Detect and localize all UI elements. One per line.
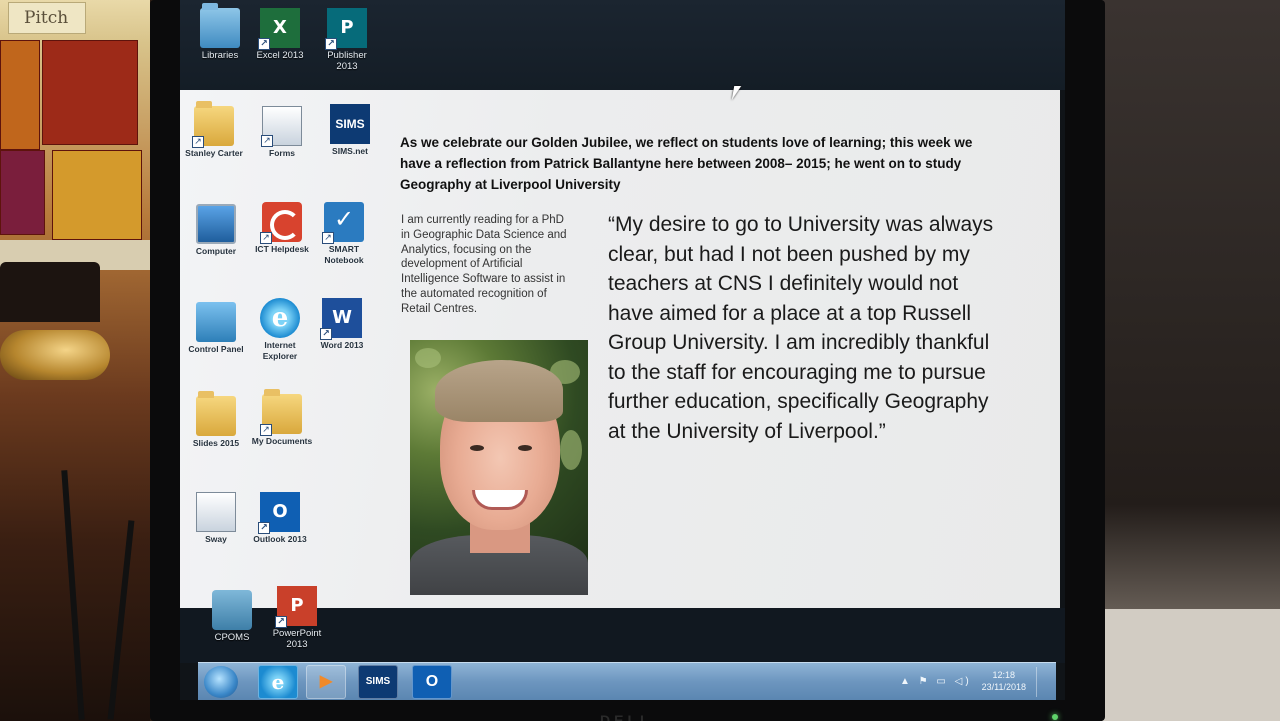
outlook-icon: O ↗ [258, 492, 300, 534]
notebook-icon: ↗ [322, 202, 364, 244]
desktop-icon-control-panel[interactable]: Control Panel [184, 302, 248, 355]
desktop-icon-label: SMART Notebook [324, 244, 364, 265]
music-room-background: Pitch [0, 0, 150, 721]
sims-icon: SIMS [365, 676, 391, 687]
chair-leg [107, 520, 135, 720]
control-panel-icon [196, 302, 236, 342]
student-photo [410, 340, 588, 595]
folder-icon [196, 391, 236, 436]
show-desktop-button[interactable] [1036, 667, 1050, 697]
tray-icons[interactable]: ▲ ⚑ ▭ ◁) [900, 676, 972, 687]
room-right-background [1102, 0, 1280, 721]
powerpoint-icon: P ↗ [275, 586, 317, 628]
desktop-icon-my-documents[interactable]: ↗ My Documents [250, 389, 314, 447]
wall-poster [52, 150, 142, 240]
slide-bio: I am currently reading for a PhD in Geog… [401, 214, 567, 315]
desktop-icon-label: Internet Explorer [262, 340, 298, 361]
slide-headline: As we celebrate our Golden Jubilee, we r… [400, 135, 973, 192]
excel-icon: X ↗ [258, 8, 300, 50]
wall-poster [42, 40, 138, 145]
desktop-icon-stanley-carter[interactable]: ↗ Stanley Carter [182, 101, 246, 159]
clock-time: 12:18 [992, 670, 1016, 680]
desktop-icon-label: Computer [195, 246, 237, 256]
desktop-icon-smart-notebook[interactable]: ↗ SMART Notebook [312, 202, 376, 266]
music-stand [0, 262, 100, 322]
start-button[interactable] [204, 666, 238, 698]
desktop-icon-label: My Documents [251, 436, 313, 446]
taskbar-sims[interactable]: SIMS [358, 665, 398, 699]
wallpaper-slide: As we celebrate our Golden Jubilee, we r… [180, 90, 1060, 610]
document-stack-icon [196, 492, 236, 532]
desktop-icon-label: Outlook 2013 [253, 534, 307, 544]
desktop-icon-label: Forms [269, 148, 295, 158]
desktop-icon-powerpoint[interactable]: P ↗ PowerPoint 2013 [262, 586, 332, 650]
desktop-icon-label: Control Panel [188, 344, 244, 354]
taskbar-internet-explorer[interactable]: e [258, 665, 298, 699]
word-icon: W ↗ [320, 298, 362, 340]
desktop-icon-ict-helpdesk[interactable]: ↗ ICT Helpdesk [250, 202, 314, 255]
desktop-icon-label: CPOMS [214, 632, 250, 643]
clock-date: 23/11/2018 [981, 682, 1026, 692]
desktop-top-band [180, 0, 1065, 90]
slide-quote: “My desire to go to University was alway… [608, 213, 994, 443]
library-folder-icon [200, 3, 240, 48]
trombone [0, 330, 110, 380]
desktop-icon-cpoms[interactable]: CPOMS [200, 590, 264, 643]
clock[interactable]: 12:18 23/11/2018 [982, 669, 1026, 693]
chair-leg [61, 470, 85, 720]
desktop-icon-libraries[interactable]: Libraries [188, 3, 252, 61]
desktop-icon-outlook[interactable]: O ↗ Outlook 2013 [248, 492, 312, 545]
taskbar-outlook[interactable]: O [412, 665, 452, 699]
forms-icon: ↗ [261, 106, 302, 147]
internet-explorer-icon: e [260, 298, 300, 338]
desk [1102, 609, 1280, 721]
user-folder-icon: ↗ [192, 101, 234, 148]
desktop-icon-computer[interactable]: Computer [184, 204, 248, 257]
desktop-icon-label: Stanley Carter [185, 148, 243, 158]
documents-folder-icon: ↗ [260, 389, 302, 436]
desktop-icon-label: PowerPoint 2013 [272, 628, 322, 650]
computer-icon [196, 204, 236, 244]
desktop-icon-publisher[interactable]: P ↗ Publisher 2013 [316, 8, 378, 72]
desktop-icon-label: Slides 2015 [192, 438, 240, 448]
desktop-icon-label: Libraries [201, 50, 239, 61]
desktop-icon-sims[interactable]: SIMS SIMS.net [318, 104, 382, 157]
screen: Libraries X ↗ Excel 2013 P ↗ Publisher 201… [180, 0, 1065, 700]
desktop-icon-label: SIMS.net [332, 146, 368, 156]
desktop-icon-sway[interactable]: Sway [184, 492, 248, 545]
desktop-icon-label: Sway [205, 534, 227, 544]
desktop-icon-excel[interactable]: X ↗ Excel 2013 [248, 8, 312, 61]
helpdesk-icon: ↗ [260, 202, 302, 244]
taskbar-media-player[interactable]: ▶ [306, 665, 346, 699]
desktop-icon-slides-folder[interactable]: Slides 2015 [184, 391, 248, 449]
system-tray: ▲ ⚑ ▭ ◁) 12:18 23/11/2018 [900, 667, 1050, 697]
desktop-icon-word[interactable]: W ↗ Word 2013 [310, 298, 374, 351]
outlook-icon: O [425, 673, 439, 690]
media-player-icon: ▶ [319, 673, 333, 690]
publisher-icon: P ↗ [325, 8, 367, 50]
desktop-icon-label: Word 2013 [320, 340, 364, 350]
photo-scene: Pitch Libraries X ↗ Excel 2013 P ↗ Publish [0, 0, 1280, 721]
desktop-icon-internet-explorer[interactable]: e Internet Explorer [248, 298, 312, 362]
desktop-icon-label: Publisher 2013 [327, 50, 367, 72]
desktop-icon-label: ICT Helpdesk [255, 244, 309, 254]
power-led [1052, 714, 1058, 720]
wall-poster [0, 150, 45, 235]
monitor-brand-logo: DELL [600, 712, 653, 721]
monitor: Libraries X ↗ Excel 2013 P ↗ Publisher 201… [150, 0, 1105, 721]
desktop-icon-forms[interactable]: ↗ Forms [250, 106, 314, 159]
pitch-sign: Pitch [8, 2, 86, 34]
sims-icon: SIMS [330, 104, 370, 144]
cpoms-icon [212, 590, 252, 630]
internet-explorer-icon: e [271, 670, 285, 694]
desktop-icon-label: Excel 2013 [256, 50, 304, 61]
wall-poster [0, 40, 40, 150]
taskbar: e ▶ SIMS O ▲ ⚑ ▭ ◁) 12:18 23/11/2018 [198, 662, 1056, 700]
